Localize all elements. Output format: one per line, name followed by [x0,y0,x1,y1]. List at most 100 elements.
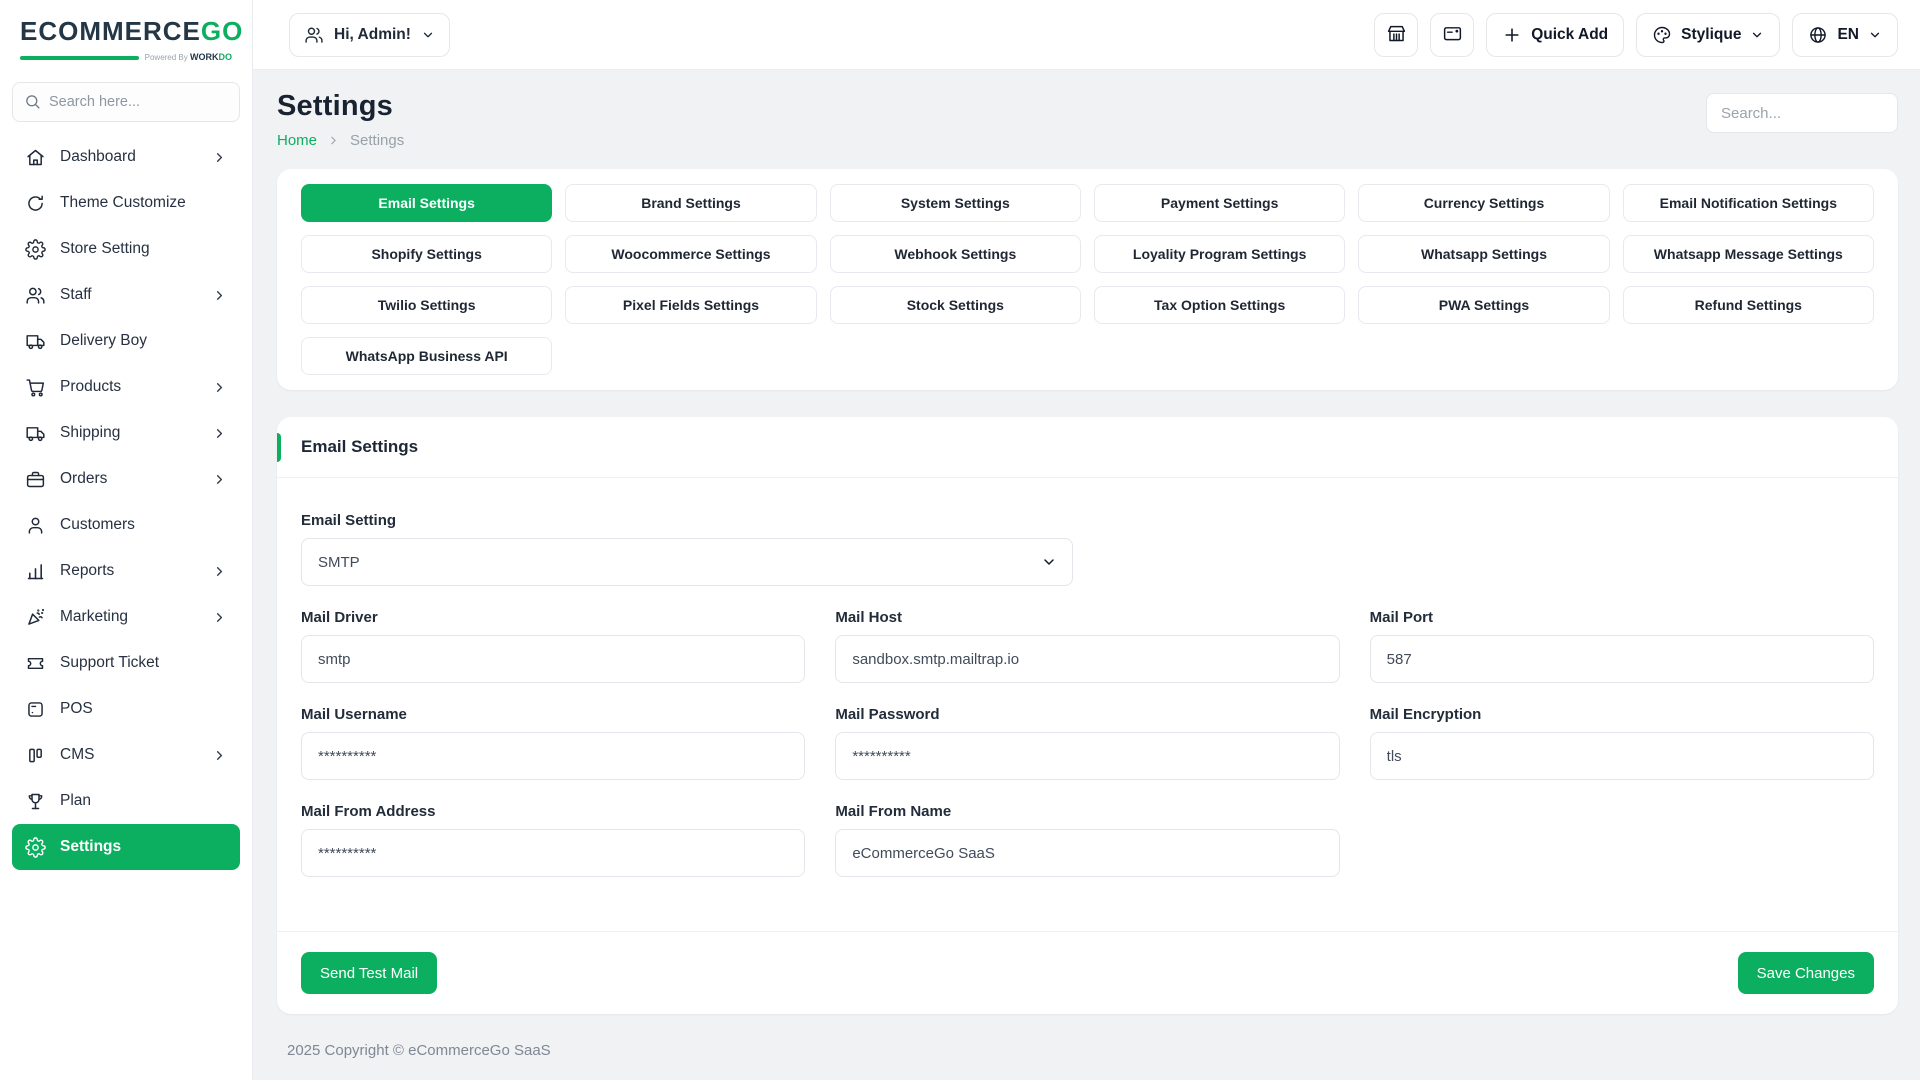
chevron-right-icon [212,426,227,441]
email-templates-button[interactable] [1430,13,1474,57]
breadcrumb-current: Settings [350,132,404,149]
tab-refund-settings[interactable]: Refund Settings [1623,286,1874,324]
tab-woocommerce-settings[interactable]: Woocommerce Settings [565,235,816,273]
sidebar-item-settings[interactable]: Settings [12,824,240,870]
sidebar-nav: Dashboard Theme Customize Store Setting … [0,134,252,870]
sidebar-item-store-setting[interactable]: Store Setting [12,226,240,272]
mail-from-address-input[interactable] [301,829,805,877]
mail-password-label: Mail Password [835,706,1339,723]
tab-tax-option-settings[interactable]: Tax Option Settings [1094,286,1345,324]
theme-style-dropdown[interactable]: Stylique [1636,13,1780,57]
sidebar-item-customers[interactable]: Customers [12,502,240,548]
tab-currency-settings[interactable]: Currency Settings [1358,184,1609,222]
sidebar-item-delivery-boy[interactable]: Delivery Boy [12,318,240,364]
breadcrumb-home-link[interactable]: Home [277,132,317,149]
brand-logo-accent: GO [201,16,243,46]
page-search-input[interactable] [1706,93,1898,133]
storefront-button[interactable] [1374,13,1418,57]
quick-add-button[interactable]: Quick Add [1486,13,1624,57]
sidebar-item-shipping[interactable]: Shipping [12,410,240,456]
copyright-footer: 2025 Copyright © eCommerceGo SaaS [277,1014,1898,1059]
sidebar-item-label: CMS [60,746,198,764]
mail-host-input[interactable] [835,635,1339,683]
sidebar-item-orders[interactable]: Orders [12,456,240,502]
mail-port-label: Mail Port [1370,609,1874,626]
sidebar-item-label: Staff [60,286,198,304]
globe-icon [1808,25,1828,45]
app-window: ECOMMERCEGO Powered By WORKDO Dashboard … [0,0,1920,1080]
user-menu-button[interactable]: Hi, Admin! [289,13,450,57]
sidebar-item-support-ticket[interactable]: Support Ticket [12,640,240,686]
tab-pixel-fields-settings[interactable]: Pixel Fields Settings [565,286,816,324]
gear-icon [25,837,46,858]
tab-brand-settings[interactable]: Brand Settings [565,184,816,222]
sidebar-item-products[interactable]: Products [12,364,240,410]
user-group-icon [304,25,324,45]
sidebar-item-cms[interactable]: CMS [12,732,240,778]
mail-driver-input[interactable] [301,635,805,683]
tab-whatsapp-settings[interactable]: Whatsapp Settings [1358,235,1609,273]
email-setting-select[interactable]: SMTP [301,538,1073,586]
top-header: Hi, Admin! Quick Add Stylique [253,0,1920,70]
email-setting-label: Email Setting [301,512,1073,529]
chevron-down-icon [421,28,435,42]
tab-whatsapp-message-settings[interactable]: Whatsapp Message Settings [1623,235,1874,273]
store-cog-icon [25,239,46,260]
language-dropdown[interactable]: EN [1792,13,1898,57]
mail-password-input[interactable] [835,732,1339,780]
sidebar-item-label: Settings [60,838,227,856]
search-icon [24,93,41,110]
tab-whatsapp-business-api[interactable]: WhatsApp Business API [301,337,552,375]
chevron-right-icon [212,380,227,395]
tab-twilio-settings[interactable]: Twilio Settings [301,286,552,324]
page-content: Settings Home Settings Email Settings Br… [253,70,1920,1080]
mail-encryption-label: Mail Encryption [1370,706,1874,723]
sidebar-item-theme-customize[interactable]: Theme Customize [12,180,240,226]
main-area: Hi, Admin! Quick Add Stylique [253,0,1920,1080]
sidebar-item-plan[interactable]: Plan [12,778,240,824]
sidebar-item-pos[interactable]: POS [12,686,240,732]
email-setting-field: Email Setting SMTP [301,512,1073,586]
users-icon [25,285,46,306]
chevron-down-icon [1750,28,1764,42]
chevron-right-icon [327,134,340,147]
cart-icon [25,377,46,398]
tab-stock-settings[interactable]: Stock Settings [830,286,1081,324]
sidebar-search-input[interactable] [12,82,240,122]
chevron-right-icon [212,288,227,303]
card-footer: Send Test Mail Save Changes [277,931,1898,1014]
send-test-mail-button[interactable]: Send Test Mail [301,952,437,994]
tab-payment-settings[interactable]: Payment Settings [1094,184,1345,222]
bar-chart-icon [25,561,46,582]
tab-pwa-settings[interactable]: PWA Settings [1358,286,1609,324]
sidebar-item-label: Marketing [60,608,198,626]
tab-email-settings[interactable]: Email Settings [301,184,552,222]
tab-loyality-program-settings[interactable]: Loyality Program Settings [1094,235,1345,273]
tab-email-notification-settings[interactable]: Email Notification Settings [1623,184,1874,222]
section-title: Email Settings [301,437,418,456]
mail-username-input[interactable] [301,732,805,780]
mail-driver-label: Mail Driver [301,609,805,626]
settings-tabs-card: Email Settings Brand Settings System Set… [277,169,1898,390]
user-greeting: Hi, Admin! [334,26,411,44]
mail-port-input[interactable] [1370,635,1874,683]
tab-webhook-settings[interactable]: Webhook Settings [830,235,1081,273]
mail-from-name-input[interactable] [835,829,1339,877]
sidebar-item-label: Support Ticket [60,654,227,672]
chevron-right-icon [212,564,227,579]
save-changes-button[interactable]: Save Changes [1738,952,1874,994]
brand-underline [20,56,139,60]
mail-encryption-input[interactable] [1370,732,1874,780]
brand-logo[interactable]: ECOMMERCEGO Powered By WORKDO [0,0,252,62]
mail-encryption-field: Mail Encryption [1370,706,1874,780]
theme-rotate-icon [25,193,46,214]
sidebar-item-dashboard[interactable]: Dashboard [12,134,240,180]
tab-system-settings[interactable]: System Settings [830,184,1081,222]
sidebar-item-reports[interactable]: Reports [12,548,240,594]
tab-shopify-settings[interactable]: Shopify Settings [301,235,552,273]
sidebar-item-staff[interactable]: Staff [12,272,240,318]
brand-logo-text: ECOMMERCEGO [20,16,232,47]
sidebar-item-marketing[interactable]: Marketing [12,594,240,640]
sidebar-item-label: Products [60,378,198,396]
mail-from-address-field: Mail From Address [301,803,805,877]
